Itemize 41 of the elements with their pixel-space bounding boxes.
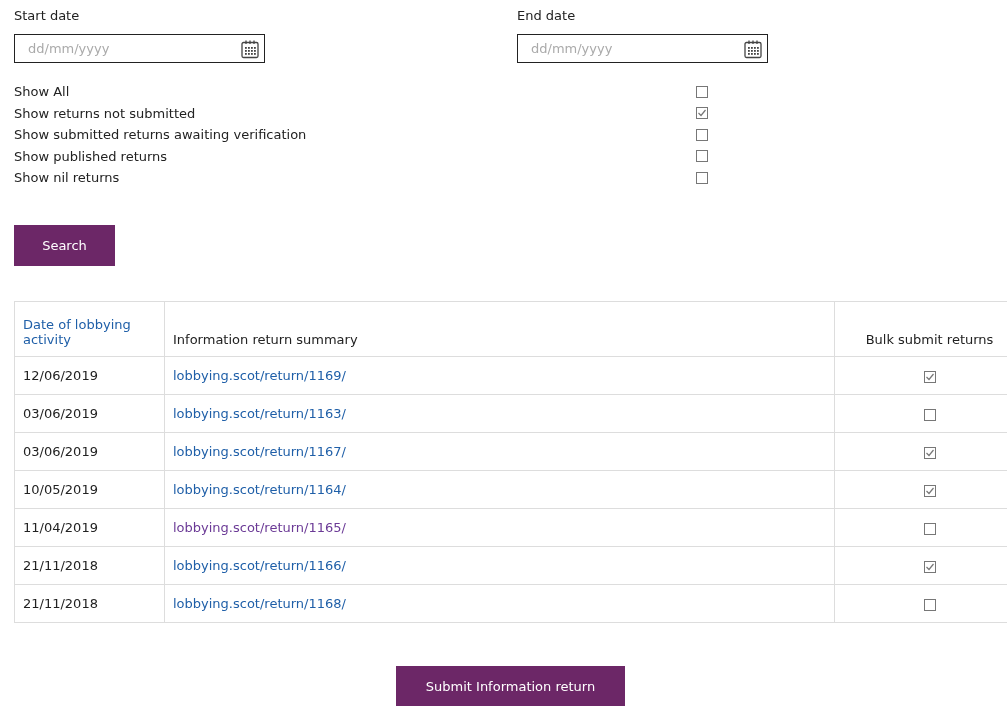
date-field[interactable]: dd/mm/yyyy (14, 34, 265, 63)
checkbox[interactable] (923, 484, 936, 497)
field-label: Start date (14, 8, 81, 23)
search-button[interactable]: Search (14, 225, 115, 266)
date-cell: 11/04/2019 (23, 520, 98, 535)
date-cell: 12/06/2019 (23, 368, 98, 383)
checkbox-label: Show returns not submitted (14, 105, 196, 121)
calendar-icon[interactable] (743, 38, 763, 59)
checkbox[interactable] (923, 408, 936, 421)
checkbox[interactable] (923, 446, 936, 459)
date-cell: 21/11/2018 (23, 596, 98, 611)
checkbox[interactable] (923, 522, 936, 535)
checkbox-label: Show All (14, 84, 70, 99)
checkbox[interactable] (923, 560, 936, 573)
return-link[interactable]: lobbying.scot/return/1168/ (173, 596, 346, 611)
checkbox[interactable] (923, 598, 936, 611)
checkbox[interactable] (696, 150, 708, 162)
date-cell: 03/06/2019 (23, 406, 98, 421)
checkbox[interactable] (923, 370, 936, 383)
checkbox-label: Show published returns (14, 148, 168, 164)
calendar-icon[interactable] (240, 38, 260, 59)
column-header: Information return summary (173, 332, 358, 347)
return-link[interactable]: lobbying.scot/return/1169/ (173, 368, 346, 383)
submit-button[interactable]: Submit Information return (396, 666, 625, 706)
column-header: Bulk submit returns (865, 332, 994, 347)
checkbox[interactable] (696, 128, 708, 141)
checkbox-label: Show nil returns (14, 170, 120, 185)
checkbox[interactable] (696, 107, 708, 119)
return-link[interactable]: lobbying.scot/return/1167/ (173, 444, 346, 459)
date-cell: 03/06/2019 (23, 444, 98, 459)
return-link[interactable]: lobbying.scot/return/1164/ (173, 482, 346, 497)
return-link[interactable]: lobbying.scot/return/1166/ (173, 558, 346, 573)
checkbox[interactable] (696, 85, 708, 98)
return-link[interactable]: lobbying.scot/return/1165/ (173, 520, 346, 535)
checkbox[interactable] (696, 171, 708, 184)
return-link[interactable]: lobbying.scot/return/1163/ (173, 406, 346, 421)
checkbox-label: Show submitted returns awaiting verification (14, 127, 307, 142)
date-cell: 21/11/2018 (23, 558, 98, 573)
field-label: End date (517, 8, 577, 23)
date-field[interactable]: dd/mm/yyyy (517, 34, 768, 63)
date-cell: 10/05/2019 (23, 482, 98, 497)
